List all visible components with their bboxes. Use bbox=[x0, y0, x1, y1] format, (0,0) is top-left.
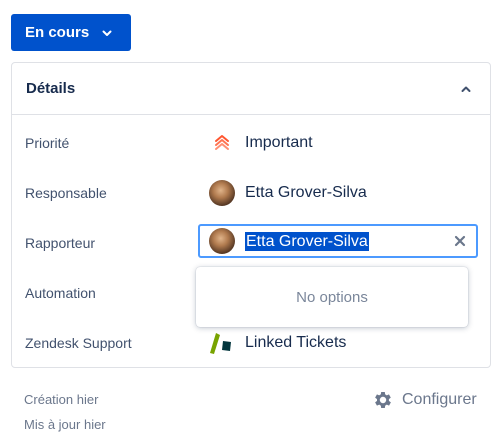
assignee-value[interactable]: Etta Grover-Silva bbox=[209, 180, 367, 206]
reporter-input-text[interactable]: Etta Grover-Silva bbox=[245, 231, 369, 251]
status-label: En cours bbox=[25, 24, 90, 41]
priority-value[interactable]: Important bbox=[209, 130, 313, 156]
status-dropdown-button[interactable]: En cours bbox=[11, 14, 131, 51]
configure-label: Configurer bbox=[402, 391, 477, 408]
chevron-down-icon bbox=[101, 27, 113, 39]
field-row-zendesk: Zendesk Support Linked Tickets bbox=[12, 331, 490, 355]
chevron-up-icon[interactable] bbox=[460, 83, 472, 95]
updated-timestamp: Mis à jour hier bbox=[24, 417, 106, 432]
zendesk-value[interactable]: Linked Tickets bbox=[209, 330, 346, 356]
field-label-priority: Priorité bbox=[25, 135, 70, 151]
no-options-text: No options bbox=[296, 288, 368, 306]
priority-text: Important bbox=[245, 134, 313, 151]
field-label-reporter: Rapporteur bbox=[25, 235, 96, 251]
details-header[interactable]: Détails bbox=[12, 63, 490, 115]
zendesk-icon bbox=[209, 330, 235, 356]
reporter-select-input[interactable]: Etta Grover-Silva bbox=[198, 224, 478, 258]
field-label-automation: Automation bbox=[25, 285, 96, 301]
avatar bbox=[209, 180, 235, 206]
field-label-assignee: Responsable bbox=[25, 185, 107, 201]
clear-icon[interactable] bbox=[453, 234, 467, 248]
zendesk-linked-tickets: Linked Tickets bbox=[245, 334, 347, 351]
configure-button[interactable]: Configurer bbox=[372, 389, 477, 411]
avatar bbox=[209, 228, 235, 254]
reporter-dropdown-menu: No options bbox=[196, 267, 468, 327]
details-title: Détails bbox=[26, 80, 76, 97]
field-label-zendesk: Zendesk Support bbox=[25, 335, 132, 351]
created-timestamp: Création hier bbox=[24, 392, 99, 407]
field-row-assignee: Responsable Etta Grover-Silva bbox=[12, 180, 490, 206]
gear-icon bbox=[372, 389, 394, 411]
priority-major-icon bbox=[209, 130, 235, 156]
assignee-name: Etta Grover-Silva bbox=[245, 184, 367, 201]
field-row-priority: Priorité Important bbox=[12, 131, 490, 155]
